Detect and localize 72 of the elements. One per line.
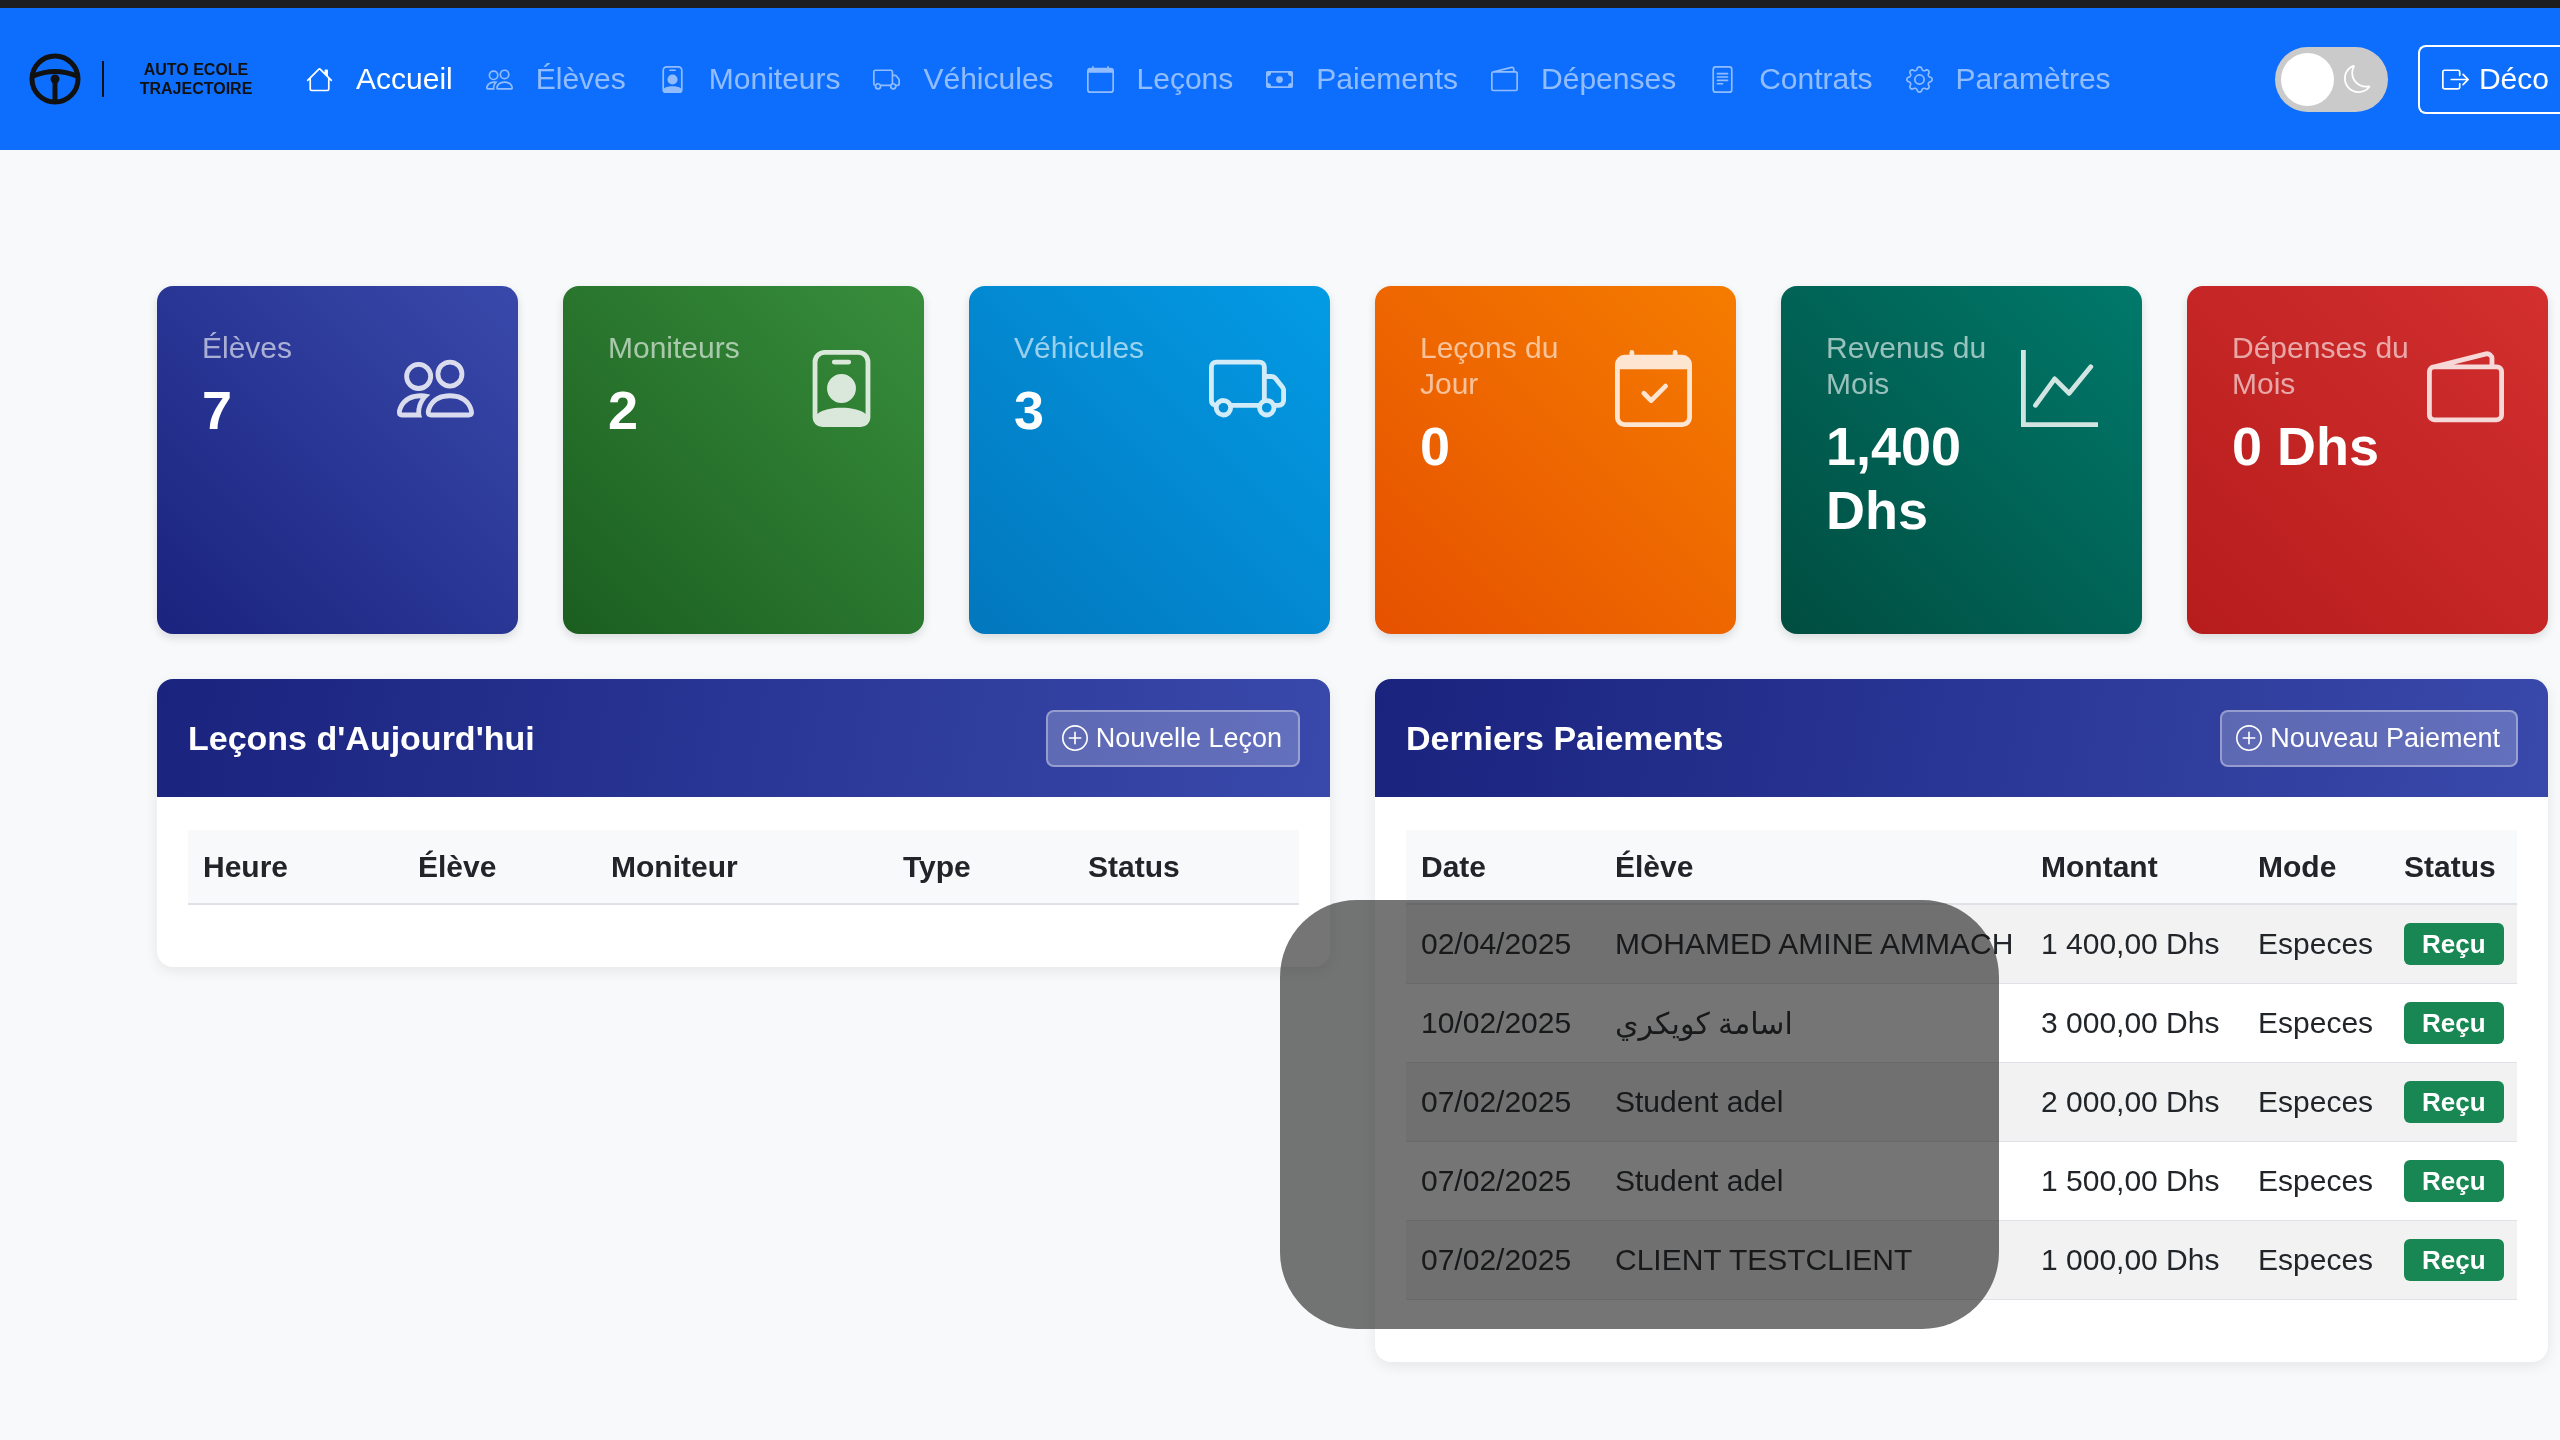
stat-value: 2: [608, 379, 639, 442]
payment-amount: 1 500,00 Dhs: [2041, 1164, 2220, 1198]
new-payment-button[interactable]: Nouveau Paiement: [2220, 709, 2518, 767]
payment-mode: Especes: [2258, 1164, 2374, 1198]
toggle-knob: [2280, 52, 2334, 106]
status-badge: Reçu: [2404, 1160, 2504, 1202]
payment-amount: 2 000,00 Dhs: [2041, 1085, 2220, 1119]
nav-link[interactable]: Contrats: [1709, 62, 1873, 96]
nav-link[interactable]: Paramètres: [1905, 62, 2111, 96]
payment-mode: Especes: [2258, 927, 2374, 961]
stat-label: Véhicules: [1014, 330, 1145, 366]
column-header: Élève: [1615, 849, 1694, 884]
logout-button[interactable]: Déco: [2417, 44, 2560, 114]
payment-mode: Especes: [2258, 1085, 2374, 1119]
column-header: Mode: [2258, 849, 2337, 884]
new-lesson-button[interactable]: Nouvelle Leçon: [1045, 709, 1300, 767]
nav-link[interactable]: Moniteurs: [658, 62, 841, 96]
wallet-icon: [1491, 65, 1519, 93]
status-badge: Reçu: [2404, 1002, 2504, 1044]
nav-link[interactable]: Paiements: [1266, 62, 1459, 96]
stat-label: Leçons du Jour: [1420, 330, 1560, 402]
nav-link[interactable]: Accueil: [306, 62, 453, 96]
stat-value: 1,400 Dhs: [1826, 415, 1963, 542]
student-name: Student adel: [1615, 1164, 1784, 1198]
payment-amount: 1 000,00 Dhs: [2041, 1243, 2220, 1277]
stat-value: 0: [1420, 415, 1451, 478]
payment-date: 07/02/2025: [1421, 1164, 1572, 1198]
calendar-check-icon: [1615, 350, 1692, 427]
payment-mode: Especes: [2258, 1243, 2374, 1277]
column-header: Type: [903, 849, 971, 884]
payment-date: 10/02/2025: [1421, 1006, 1572, 1040]
stat-label: Moniteurs: [608, 330, 740, 366]
nav-link[interactable]: Dépenses: [1491, 62, 1677, 96]
panel-title: Leçons d'Aujourd'hui: [188, 718, 535, 758]
stat-value: 3: [1014, 379, 1045, 442]
payment-date: 07/02/2025: [1421, 1085, 1572, 1119]
nav-link[interactable]: Leçons: [1086, 62, 1234, 96]
column-header: Heure: [203, 849, 289, 884]
add-icon: [2236, 725, 2263, 751]
column-header: Date: [1421, 849, 1487, 884]
stat-value: 7: [202, 379, 233, 442]
student-name: اسامة كويكري: [1615, 1005, 1793, 1041]
stat-value: 0 Dhs: [2232, 415, 2380, 478]
student-name: CLIENT TESTCLIENT: [1615, 1243, 1913, 1277]
stat-label: Revenus du Mois: [1826, 330, 1988, 402]
calendar-icon: [1086, 65, 1114, 93]
settings-icon: [1905, 65, 1933, 93]
student-name: Student adel: [1615, 1085, 1784, 1119]
home-icon: [306, 65, 333, 93]
payment-date: 07/02/2025: [1421, 1243, 1572, 1277]
panel-title: Derniers Paiements: [1406, 718, 1724, 758]
add-icon: [1061, 725, 1088, 751]
payment-amount: 1 400,00 Dhs: [2041, 927, 2220, 961]
steering-wheel-icon: [28, 52, 82, 106]
nav-link[interactable]: Véhicules: [873, 62, 1054, 96]
column-header: Élève: [418, 849, 497, 884]
brand-name: AUTO ECOLE TRAJECTOIRE: [138, 60, 254, 98]
stat-label: Dépenses du Mois: [2232, 330, 2410, 402]
column-header: Montant: [2041, 849, 2158, 884]
rising-chart-icon: [2021, 350, 2098, 427]
nav-link[interactable]: Élèves: [485, 62, 626, 96]
payment-mode: Especes: [2258, 1006, 2374, 1040]
moon-icon: [2343, 65, 2372, 93]
column-header: Status: [1088, 849, 1180, 884]
payment-date: 02/04/2025: [1421, 927, 1572, 961]
stat-label: Élèves: [202, 330, 293, 366]
status-badge: Reçu: [2404, 1239, 2504, 1281]
status-badge: Reçu: [2404, 923, 2504, 965]
column-header: Status: [2404, 849, 2496, 884]
column-header: Moniteur: [611, 849, 738, 884]
payment-amount: 3 000,00 Dhs: [2041, 1006, 2220, 1040]
status-badge: Reçu: [2404, 1081, 2504, 1123]
